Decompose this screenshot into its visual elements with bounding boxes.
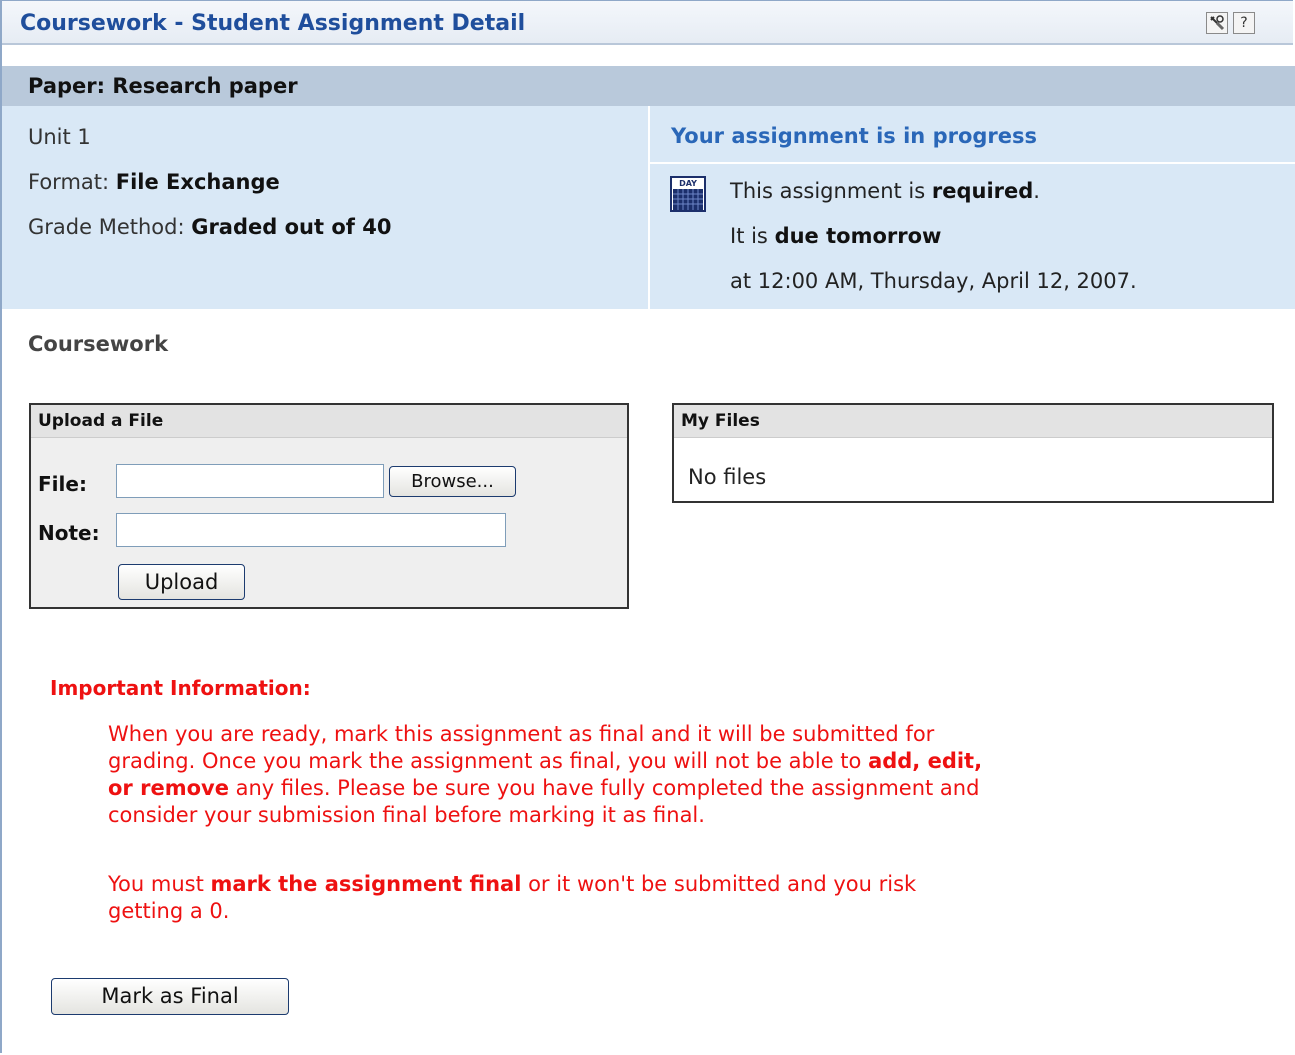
upload-button[interactable]: Upload (118, 564, 245, 600)
format-label: Format: (28, 170, 116, 194)
important-paragraph-1: When you are ready, mark this assignment… (108, 721, 998, 829)
help-icon[interactable]: ? (1233, 12, 1255, 34)
important-paragraph-2: You must mark the assignment final or it… (108, 871, 998, 925)
required-post: . (1033, 179, 1040, 203)
upload-panel-header: Upload a File (31, 405, 627, 438)
due-date-line: at 12:00 AM, Thursday, April 12, 2007. (730, 269, 1137, 293)
browse-button[interactable]: Browse... (389, 466, 516, 497)
due-bold: due tomorrow (774, 224, 942, 248)
note-label: Note: (38, 521, 100, 545)
my-files-header: My Files (674, 405, 1272, 438)
paper-heading: Paper: Research paper (28, 74, 298, 98)
grade-method-row: Grade Method: Graded out of 40 (28, 215, 391, 239)
due-pre: It is (730, 224, 775, 248)
no-files-text: No files (688, 465, 767, 489)
my-files-panel: My Files No files (672, 403, 1274, 503)
tools-icon[interactable] (1206, 12, 1228, 34)
note-input[interactable] (116, 513, 506, 547)
calendar-icon-label: DAY (679, 179, 697, 188)
paper-header-bar: Paper: Research paper (2, 66, 1295, 106)
status-title: Your assignment is in progress (671, 124, 1038, 148)
mark-as-final-button[interactable]: Mark as Final (51, 978, 289, 1015)
file-label: File: (38, 472, 87, 496)
format-row: Format: File Exchange (28, 170, 280, 194)
required-line: This assignment is required. (730, 179, 1040, 203)
important-info-title: Important Information: (50, 676, 311, 700)
my-files-title: My Files (681, 411, 760, 431)
required-pre: This assignment is (730, 179, 932, 203)
upload-file-panel: Upload a File File: Browse... Note: Uplo… (29, 403, 629, 609)
window-titlebar: Coursework - Student Assignment Detail ? (2, 1, 1293, 45)
file-input[interactable] (116, 464, 384, 498)
required-bold: required (931, 179, 1034, 203)
important-p1-text-c: any files. Please be sure you have fully… (108, 776, 980, 827)
unit-text: Unit 1 (28, 125, 91, 149)
due-line: It is due tomorrow (730, 224, 941, 248)
grade-method-value: Graded out of 40 (191, 215, 392, 239)
important-p2-bold: mark the assignment final (210, 872, 522, 896)
important-p2-text-a: You must (108, 872, 211, 896)
window-title: Coursework - Student Assignment Detail (20, 11, 526, 36)
calendar-icon: DAY (670, 176, 706, 212)
coursework-section-title: Coursework (28, 332, 169, 356)
important-p1-text-a: When you are ready, mark this assignment… (108, 722, 935, 773)
status-divider (650, 162, 1295, 164)
format-value: File Exchange (115, 170, 280, 194)
assignment-status-panel: Your assignment is in progress DAY This … (650, 106, 1295, 309)
assignment-info-panel: Unit 1 Format: File Exchange Grade Metho… (2, 106, 648, 309)
grade-method-label: Grade Method: (28, 215, 192, 239)
upload-panel-title: Upload a File (38, 411, 164, 431)
